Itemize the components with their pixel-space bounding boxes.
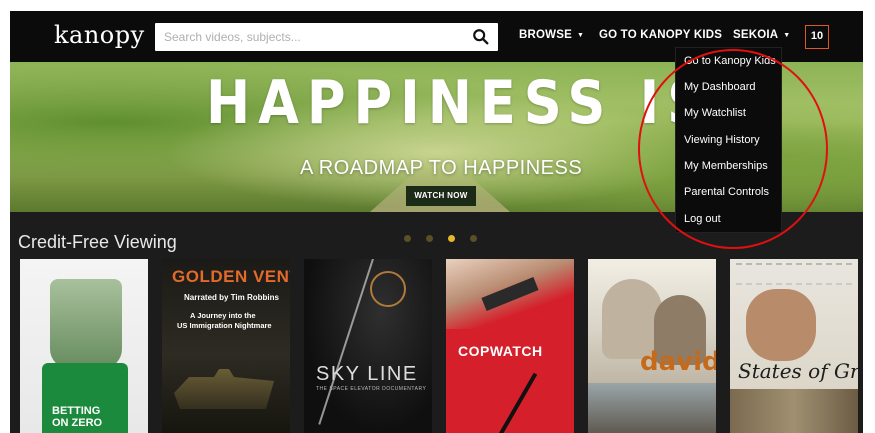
- section-title: Credit-Free Viewing: [18, 232, 177, 252]
- go-to-kanopy-kids-link[interactable]: GO TO KANOPY KIDS: [599, 29, 722, 41]
- chevron-down-icon: ▼: [576, 32, 585, 39]
- browse-menu[interactable]: BROWSE ▼: [519, 29, 584, 41]
- menu-item-my-dashboard[interactable]: My Dashboard: [684, 81, 756, 93]
- hero-subtitle: A ROADMAP TO HAPPINESS: [300, 157, 583, 179]
- poster-sky-line[interactable]: SKY LINE THE SPACE ELEVATOR DOCUMENTARY: [304, 259, 432, 433]
- app-window: kanopy BROWSE ▼ GO TO KANOPY KIDS SEKOIA ▼…: [10, 11, 863, 433]
- kids-photo-graphic: [588, 383, 716, 433]
- user-dropdown-menu: Go to Kanopy Kids My Dashboard My Watchl…: [675, 47, 782, 233]
- laurels-graphic: [736, 263, 852, 285]
- hero-title: HAPPINESS IS: [206, 68, 714, 138]
- menu-item-log-out[interactable]: Log out: [684, 213, 721, 225]
- poster-title: GOLDEN VENTURE: [172, 267, 290, 286]
- search-icon[interactable]: [472, 28, 490, 46]
- browse-label: BROWSE: [519, 29, 572, 41]
- poster-title: david: [640, 347, 716, 377]
- user-name: SEKOIA: [733, 29, 779, 41]
- carousel-dot[interactable]: [470, 235, 477, 242]
- menu-item-my-memberships[interactable]: My Memberships: [684, 160, 768, 172]
- menu-item-go-to-kanopy-kids[interactable]: Go to Kanopy Kids: [684, 55, 776, 67]
- chevron-down-icon: ▼: [783, 32, 791, 39]
- station-graphic: [370, 271, 406, 307]
- watch-now-button[interactable]: WATCH NOW: [406, 186, 476, 206]
- photo-strip-graphic: [730, 389, 858, 433]
- user-menu[interactable]: SEKOIA ▼: [733, 29, 790, 41]
- poster-david[interactable]: david: [588, 259, 716, 433]
- poster-tagline: A Journey into the: [190, 311, 256, 320]
- ship-graphic: [174, 369, 274, 409]
- search-box: [155, 23, 498, 51]
- portrait-graphic: [746, 289, 816, 361]
- carousel-dot-active[interactable]: [448, 235, 455, 242]
- poster-title: BETTING: [52, 405, 101, 417]
- search-input[interactable]: [155, 23, 465, 51]
- menu-item-viewing-history[interactable]: Viewing History: [684, 134, 760, 146]
- credits-badge[interactable]: 10: [805, 25, 829, 49]
- poster-title: COPWATCH: [458, 343, 543, 359]
- pen-graphic: [498, 372, 538, 433]
- menu-item-my-watchlist[interactable]: My Watchlist: [684, 107, 746, 119]
- carousel-dot[interactable]: [404, 235, 411, 242]
- poster-betting-on-zero[interactable]: BETTING ON ZERO: [20, 259, 148, 433]
- poster-tagline: US Immigration Nightmare: [177, 321, 272, 330]
- poster-states-of-grace[interactable]: States of Grace: [730, 259, 858, 433]
- poster-title: ON ZERO: [52, 417, 103, 429]
- poster-title: SKY LINE: [316, 363, 418, 385]
- menu-item-parental-controls[interactable]: Parental Controls: [684, 186, 769, 198]
- poster-title: States of Grace: [738, 359, 858, 383]
- elevator-cable-graphic: [318, 259, 374, 425]
- poster-copwatch[interactable]: COPWATCH: [446, 259, 574, 433]
- poster-golden-venture[interactable]: GOLDEN VENTURE Narrated by Tim Robbins A…: [162, 259, 290, 433]
- carousel-dot[interactable]: [426, 235, 433, 242]
- credit-free-section: Credit-Free Viewing BETTING ON ZERO GOLD…: [10, 212, 863, 433]
- kanopy-logo[interactable]: kanopy: [54, 21, 145, 49]
- poster-subtitle: THE SPACE ELEVATOR DOCUMENTARY: [316, 386, 427, 392]
- poster-credit: Narrated by Tim Robbins: [184, 293, 279, 302]
- blender-graphic: [50, 279, 122, 369]
